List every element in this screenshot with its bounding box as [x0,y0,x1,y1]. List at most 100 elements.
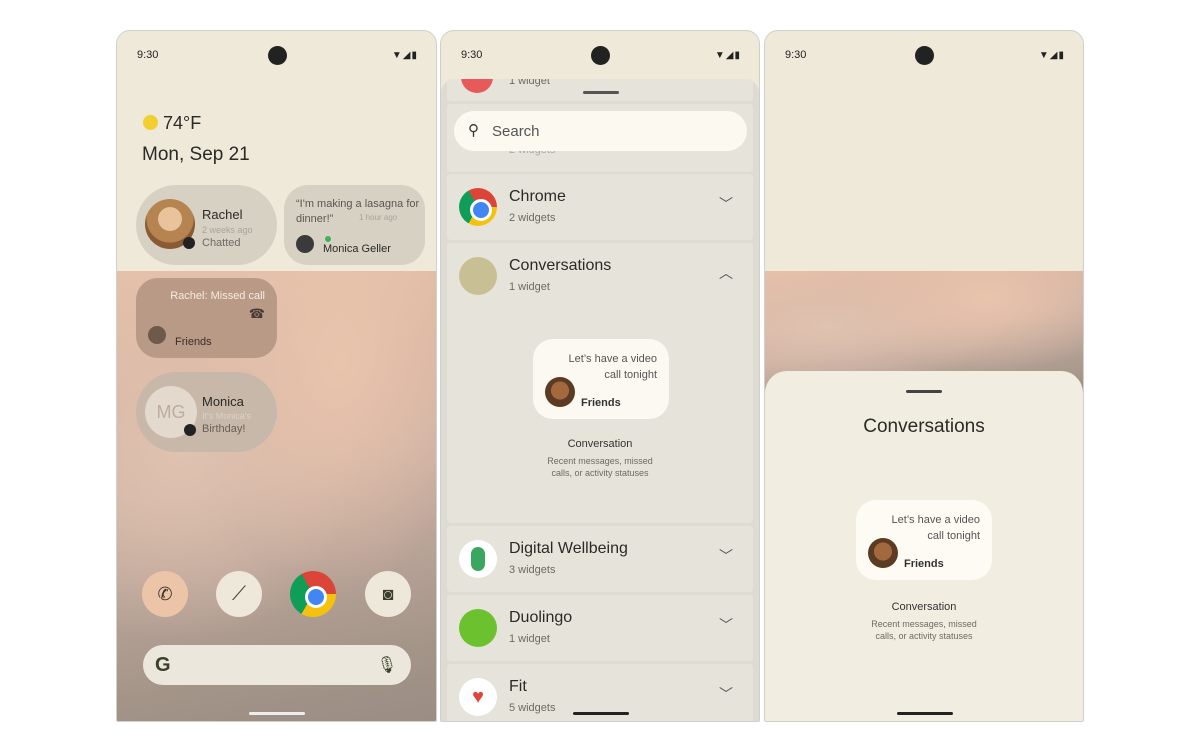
partial-row: 1 widget [447,79,753,101]
search-icon: ⚲ [468,122,479,139]
conversation-widget-monica-quote[interactable]: “I'm making a lasagna for dinner!” 1 hou… [284,185,425,265]
contact-status: Chatted [202,237,241,249]
missed-call-text: Rachel: Missed call [170,290,265,302]
widget-picker-phone: 9:30 ▼◢▮ 1 widget 2 widgets ⚲ Search Chr… [440,30,760,722]
widget-description: Recent messages, missed [871,619,977,629]
fit-icon: ♥ [459,678,497,716]
app-name: Conversations [509,257,612,274]
camera-icon: ◙ [382,584,394,604]
group-name: Friends [175,336,212,348]
phone-icon: ✆ [157,584,173,604]
conversation-widget-missed-call[interactable]: Rachel: Missed call ☎ Friends [136,278,277,358]
avatar [545,377,575,407]
birthday-line: It's Monica's [202,411,251,421]
status-time: 9:30 [461,49,483,61]
signal-battery-icon: ▼◢▮ [1038,50,1065,61]
app-row-conversations[interactable]: Conversations 1 widget ︿ Let’s have a vi… [447,243,753,523]
app-name: Duolingo [509,609,573,626]
google-search-bar[interactable]: G 🎙 [143,645,411,685]
widget-detail-phone: 9:30 ▼◢▮ Conversations Let’s have a vide… [764,30,1084,722]
messenger-icon [184,424,196,436]
signal-battery-icon: ▼◢▮ [714,50,741,61]
widget-count: 5 widgets [509,702,556,714]
gesture-bar[interactable] [249,712,305,715]
conversation-widget-monica-birthday[interactable]: MG Monica It's Monica's Birthday! [136,372,277,452]
app-name: Digital Wellbeing [509,540,628,557]
missed-call-icon: ☎ [248,306,265,321]
contact-name: Rachel [202,207,243,222]
app-row-duolingo[interactable]: Duolingo 1 widget ﹀ [447,595,753,661]
contact-name: Monica Geller [323,243,391,255]
widget-sheet: 1 widget 2 widgets ⚲ Search Chrome 2 wid… [441,79,759,721]
status-time: 9:30 [785,49,807,61]
conversation-widget-preview[interactable]: Let’s have a video call tonight Friends [533,339,669,419]
group-avatar [148,326,166,344]
status-bar: 9:30 ▼◢▮ [765,31,1083,81]
widget-description: Recent messages, missed [547,456,653,466]
widget-description: calls, or activity statuses [551,468,649,478]
search-placeholder: Search [492,123,540,140]
camera-cutout [915,46,934,65]
date: Mon, Sep 21 [142,144,250,165]
app-row-chrome[interactable]: Chrome 2 widgets ﹀ [447,174,753,240]
online-dot [325,236,331,242]
dock-phone-button[interactable]: ✆ [142,571,188,617]
chevron-down-icon[interactable]: ﹀ [719,546,733,566]
widget-title: Conversation [891,601,957,613]
temperature: 74°F [163,113,202,133]
status-bar: 9:30 ▼◢▮ [441,31,759,81]
app-row-digital-wellbeing[interactable]: Digital Wellbeing 3 widgets ﹀ [447,526,753,592]
widget-count: 3 widgets [509,564,556,576]
chevron-down-icon[interactable]: ﹀ [719,194,733,214]
drag-handle[interactable] [583,91,619,94]
conversations-icon [459,257,497,295]
app-name: Chrome [509,188,566,205]
message-time: 1 hour ago [359,213,398,222]
weather-widget[interactable]: 74°F [143,113,201,134]
conversation-widget-preview[interactable]: Let’s have a video call tonight Friends [856,500,992,580]
google-logo: G [155,654,171,676]
avatar [868,538,898,568]
chevron-up-icon[interactable]: ︿ [719,263,733,283]
avatar [296,235,314,253]
camera-cutout [267,46,287,65]
contact-name: Monica [202,394,244,409]
gesture-bar[interactable] [897,712,953,715]
message-text: Let’s have a video [891,514,980,526]
conversation-widget-rachel[interactable]: Rachel 2 weeks ago Chatted [136,185,277,265]
app-name: Fit [509,678,527,695]
clock-icon: ⟋ [232,583,246,605]
widget-title: Conversation [567,438,633,450]
messenger-icon [183,237,195,249]
dock-clock-button[interactable]: ⟋ [216,571,262,617]
drag-handle[interactable] [906,390,942,393]
sheet-title: Conversations [863,416,985,437]
home-screen-phone: 9:30 ▼◢▮ 74°F Mon, Sep 21 Rachel 2 weeks… [116,30,437,722]
duolingo-icon [459,609,497,647]
chevron-down-icon[interactable]: ﹀ [719,684,733,704]
widget-count: 2 widgets [509,212,556,224]
message-text: call tonight [927,530,980,542]
dock-camera-button[interactable]: ◙ [365,571,411,617]
dock-chrome-button[interactable] [290,571,336,617]
app-icon [461,79,493,93]
group-name: Friends [581,397,621,409]
digital-wellbeing-icon [459,540,497,578]
search-input[interactable]: ⚲ Search [454,111,747,151]
signal-battery-icon: ▼◢▮ [391,50,418,61]
microphone-icon[interactable]: 🎙 [377,655,397,675]
bottom-sheet: Conversations Let’s have a video call to… [765,371,1083,721]
widget-description: calls, or activity statuses [875,631,973,641]
status-bar: 9:30 ▼◢▮ [117,31,436,81]
message-text: Let’s have a video call tonight [568,353,657,381]
group-name: Friends [904,558,944,570]
chrome-icon [459,188,497,226]
sun-icon [143,115,158,130]
contact-time: 2 weeks ago [202,225,253,235]
message-text: “I'm making a lasagna for dinner!” [296,198,420,225]
gesture-bar[interactable] [573,712,629,715]
camera-cutout [591,46,610,65]
status-time: 9:30 [137,49,159,61]
widget-count: 1 widget [509,281,550,293]
chevron-down-icon[interactable]: ﹀ [719,615,733,635]
